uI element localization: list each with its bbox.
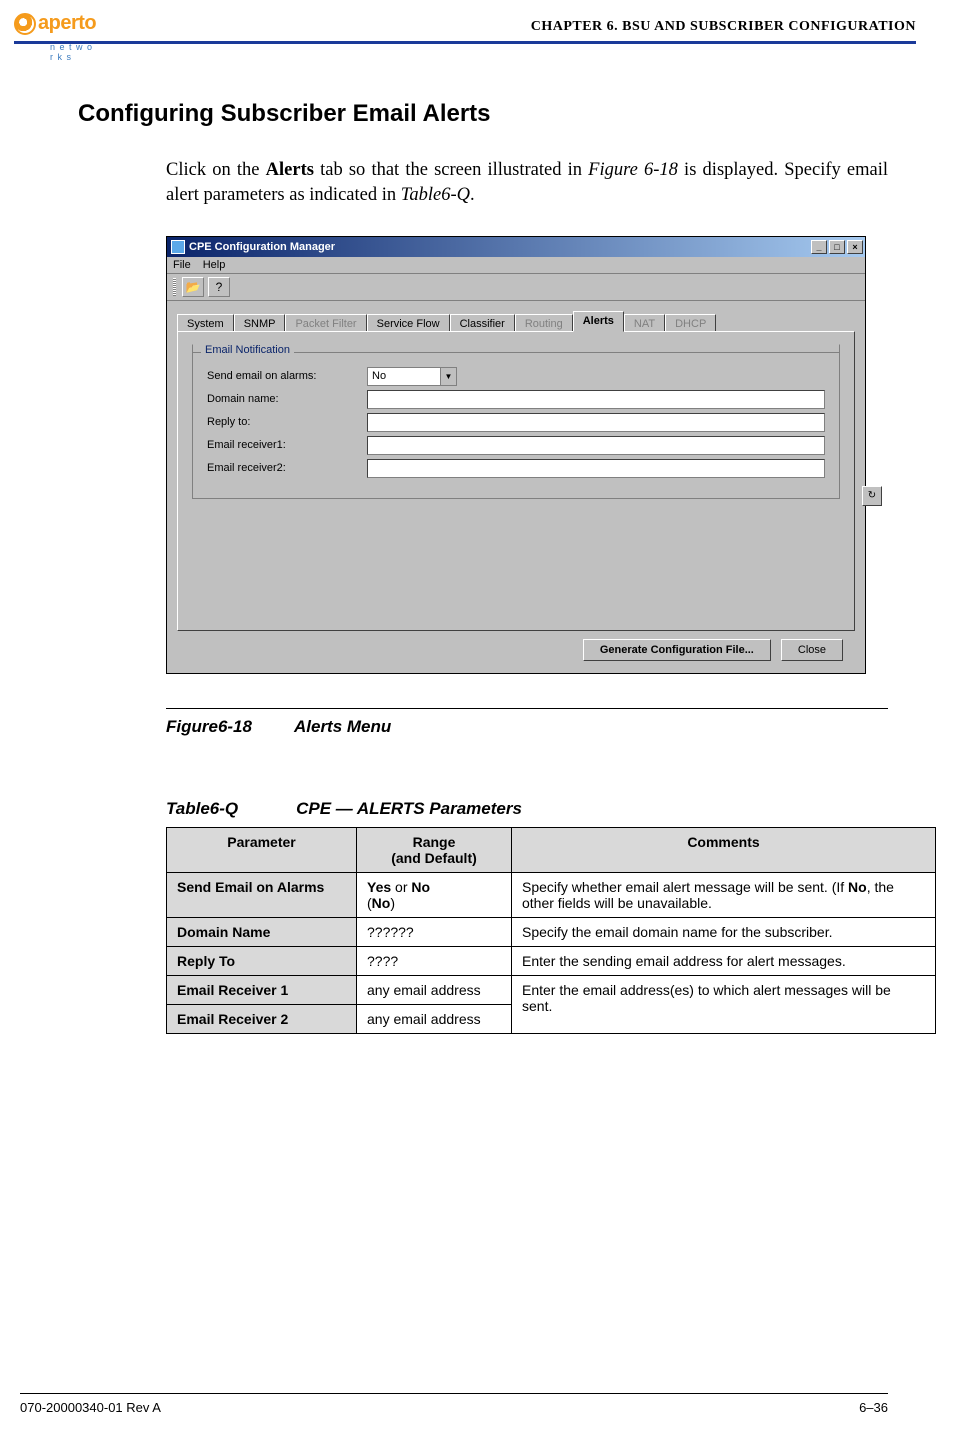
close-window-button[interactable]: × xyxy=(847,240,863,254)
menu-help[interactable]: Help xyxy=(203,259,226,271)
send-email-combobox[interactable]: No ▼ xyxy=(367,367,457,386)
table-row: Send Email on Alarms Yes or No(No) Speci… xyxy=(167,872,936,917)
intro-paragraph: Click on the Alerts tab so that the scre… xyxy=(166,158,888,208)
screenshot-figure: CPE Configuration Manager _ □ × File Hel… xyxy=(166,236,888,674)
comment-cell: Enter the sending email address for aler… xyxy=(512,946,936,975)
minimize-button[interactable]: _ xyxy=(811,240,827,254)
table-header-row: Parameter Range(and Default) Comments xyxy=(167,827,936,872)
app-icon xyxy=(171,240,185,254)
range-cell: ???? xyxy=(357,946,512,975)
page-content: Configuring Subscriber Email Alerts Clic… xyxy=(0,44,956,1034)
para-ref: Table6-Q xyxy=(401,185,470,205)
range-text: ) xyxy=(390,895,395,911)
email-notification-group: Email Notification Send email on alarms:… xyxy=(192,344,840,499)
combo-value: No xyxy=(368,368,440,385)
figure-title: Alerts Menu xyxy=(294,717,391,736)
table-number: Table6-Q xyxy=(166,799,238,818)
figure-number: Figure6-18 xyxy=(166,717,252,736)
range-default: No xyxy=(372,895,391,911)
logo-subtext: n e t w o r k s xyxy=(50,42,96,62)
menu-file[interactable]: File xyxy=(173,259,191,271)
chevron-down-icon: ▼ xyxy=(440,368,456,385)
page-footer: 070-20000340-01 Rev A 6–36 xyxy=(0,1393,956,1415)
range-cell: any email address xyxy=(357,1004,512,1033)
receiver1-input[interactable] xyxy=(367,436,825,455)
table-title: CPE — ALERTS Parameters xyxy=(296,799,522,818)
domain-name-input[interactable] xyxy=(367,390,825,409)
para-text: Click on the xyxy=(166,160,266,180)
table-caption: Table6-Q CPE — ALERTS Parameters xyxy=(166,799,888,819)
parameters-table: Parameter Range(and Default) Comments Se… xyxy=(166,827,936,1034)
range-text: or xyxy=(391,879,411,895)
range-cell: ?????? xyxy=(357,917,512,946)
app-window: CPE Configuration Manager _ □ × File Hel… xyxy=(166,236,866,674)
th-comments: Comments xyxy=(512,827,936,872)
th-range: Range(and Default) xyxy=(357,827,512,872)
window-body: System SNMP Packet Filter Service Flow C… xyxy=(167,301,865,673)
expand-icon[interactable]: ↻ xyxy=(862,486,882,506)
figure-rule xyxy=(166,708,888,709)
chapter-label: CHAPTER 6. BSU AND SUBSCRIBER CONFIGURAT… xyxy=(531,19,916,35)
param-cell: Email Receiver 2 xyxy=(167,1004,357,1033)
range-cell: Yes or No(No) xyxy=(357,872,512,917)
param-cell: Reply To xyxy=(167,946,357,975)
figure-caption: Figure6-18 Alerts Menu xyxy=(166,717,888,737)
tabstrip: System SNMP Packet Filter Service Flow C… xyxy=(177,311,855,332)
label-receiver1: Email receiver1: xyxy=(207,439,367,451)
section-heading: Configuring Subscriber Email Alerts xyxy=(78,100,888,128)
maximize-button[interactable]: □ xyxy=(829,240,845,254)
label-receiver2: Email receiver2: xyxy=(207,462,367,474)
close-button[interactable]: Close xyxy=(781,639,843,661)
param-cell: Send Email on Alarms xyxy=(167,872,357,917)
titlebar: CPE Configuration Manager _ □ × xyxy=(167,237,865,257)
generate-config-button[interactable]: Generate Configuration File... xyxy=(583,639,771,661)
open-icon[interactable]: 📂 xyxy=(182,277,204,297)
window-title: CPE Configuration Manager xyxy=(189,241,335,253)
param-cell: Email Receiver 1 xyxy=(167,975,357,1004)
comment-cell: Enter the email address(es) to which ale… xyxy=(512,975,936,1033)
comment-text: Specify whether email alert message will… xyxy=(522,879,848,895)
window-footer-buttons: Generate Configuration File... Close xyxy=(177,631,855,661)
tab-panel-alerts: Email Notification Send email on alarms:… xyxy=(177,331,855,631)
group-legend: Email Notification xyxy=(201,344,294,356)
range-opt: Yes xyxy=(367,879,391,895)
toolbar: 📂 ? xyxy=(167,274,865,301)
doc-revision: 070-20000340-01 Rev A xyxy=(20,1400,161,1415)
table-row: Email Receiver 1 any email address Enter… xyxy=(167,975,936,1004)
range-cell: any email address xyxy=(357,975,512,1004)
logo-mark-icon xyxy=(14,13,36,35)
footer-rule xyxy=(20,1393,888,1394)
param-cell: Domain Name xyxy=(167,917,357,946)
page-header: aperto n e t w o r k s CHAPTER 6. BSU AN… xyxy=(0,0,956,41)
th-parameter: Parameter xyxy=(167,827,357,872)
label-send-email: Send email on alarms: xyxy=(207,370,367,382)
receiver2-input[interactable] xyxy=(367,459,825,478)
logo-text: aperto xyxy=(38,12,96,35)
page-number: 6–36 xyxy=(859,1400,888,1415)
reply-to-input[interactable] xyxy=(367,413,825,432)
para-bold: Alerts xyxy=(266,160,314,180)
table-row: Reply To ???? Enter the sending email ad… xyxy=(167,946,936,975)
para-text: tab so that the screen illustrated in xyxy=(314,160,588,180)
comment-cell: Specify the email domain name for the su… xyxy=(512,917,936,946)
toolbar-handle-icon xyxy=(173,278,176,296)
para-text: . xyxy=(470,185,475,205)
logo: aperto n e t w o r k s xyxy=(14,12,96,35)
help-icon[interactable]: ? xyxy=(208,277,230,297)
table-row: Domain Name ?????? Specify the email dom… xyxy=(167,917,936,946)
comment-bold: No xyxy=(848,879,867,895)
range-opt: No xyxy=(411,879,430,895)
para-ref: Figure 6-18 xyxy=(588,160,678,180)
menubar: File Help xyxy=(167,257,865,274)
label-domain-name: Domain name: xyxy=(207,393,367,405)
label-reply-to: Reply to: xyxy=(207,416,367,428)
tab-alerts[interactable]: Alerts xyxy=(573,311,624,332)
comment-cell: Specify whether email alert message will… xyxy=(512,872,936,917)
